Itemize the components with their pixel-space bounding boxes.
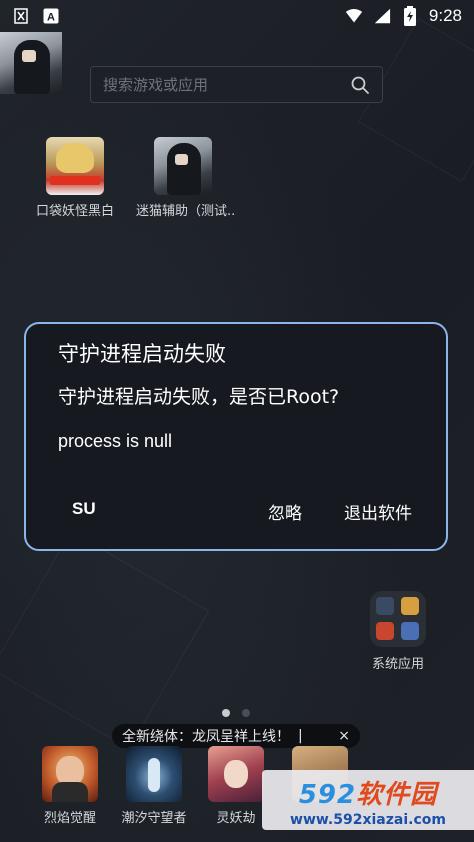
- site-watermark: 592软件园 www.592xiazai.com: [262, 770, 474, 830]
- watermark-brand: 软件园: [356, 780, 438, 810]
- lieyan-game-icon: [42, 746, 98, 802]
- avatar-face: [22, 50, 36, 62]
- folder-app-icon: [376, 597, 394, 615]
- app-label: 迷猫辅助（测试..: [136, 204, 236, 219]
- avatar-figure: [14, 40, 50, 94]
- mimao-helper-icon: [154, 137, 212, 195]
- dock-app-chaoxi[interactable]: 潮汐守望者: [114, 746, 194, 826]
- ignore-button[interactable]: 忽略: [268, 499, 302, 524]
- system-apps-folder[interactable]: [370, 591, 426, 647]
- watermark-number: 592: [298, 780, 357, 810]
- exit-app-button[interactable]: 退出软件: [344, 499, 412, 524]
- watermark-url: www.592xiazai.com: [290, 812, 446, 828]
- app-logo-icon: [12, 7, 30, 25]
- dock-app-lieyan[interactable]: 烈焰觉醒: [32, 746, 108, 826]
- dialog-button-row: SU 忽略 退出软件: [26, 499, 446, 527]
- folder-app-icon: [400, 597, 419, 615]
- dialog-title: 守护进程启动失败: [58, 342, 226, 366]
- app-pokemon[interactable]: 口袋妖怪黑白: [28, 137, 122, 219]
- page-dot-active[interactable]: [222, 709, 230, 717]
- wifi-icon: [345, 7, 363, 25]
- search-placeholder: 搜索游戏或应用: [103, 76, 209, 94]
- svg-text:A: A: [47, 12, 55, 24]
- app-mimao-helper[interactable]: 迷猫辅助（测试..: [136, 137, 236, 219]
- font-a-icon: A: [42, 7, 60, 25]
- dock-label: 潮汐守望者: [121, 811, 187, 826]
- pokemon-game-icon: [46, 137, 104, 195]
- page-indicator: [222, 709, 250, 717]
- watermark-logo: 592软件园: [262, 774, 474, 811]
- status-time: 9:28: [428, 6, 462, 25]
- signal-icon: [373, 7, 391, 25]
- banner-text: 全新绕体：龙凤呈祥上线！: [122, 729, 290, 745]
- folder-app-icon: [376, 621, 394, 640]
- error-dialog: 守护进程启动失败 守护进程启动失败，是否已Root? process is nu…: [24, 322, 448, 551]
- close-icon[interactable]: ×: [338, 728, 350, 744]
- search-input[interactable]: 搜索游戏或应用: [90, 66, 383, 103]
- avatar[interactable]: [0, 32, 62, 94]
- dialog-message: 守护进程启动失败，是否已Root?: [58, 386, 340, 408]
- banner-separator: |: [298, 728, 303, 744]
- dock-label: 烈焰觉醒: [43, 811, 96, 826]
- battery-charging-icon: [401, 6, 419, 26]
- status-bar: A 9:28: [0, 0, 474, 32]
- folder-label: 系统应用: [371, 657, 424, 672]
- announcement-banner[interactable]: 全新绕体：龙凤呈祥上线！ | ×: [112, 724, 360, 748]
- app-label: 口袋妖怪黑白: [35, 204, 114, 219]
- dialog-extra: process is null: [58, 431, 173, 451]
- lingyao-game-icon: [208, 746, 264, 802]
- chaoxi-game-icon: [126, 746, 182, 802]
- folder-app-icon: [400, 621, 419, 640]
- su-button[interactable]: SU: [72, 499, 96, 519]
- page-dot[interactable]: [242, 709, 250, 717]
- search-icon[interactable]: [350, 75, 370, 95]
